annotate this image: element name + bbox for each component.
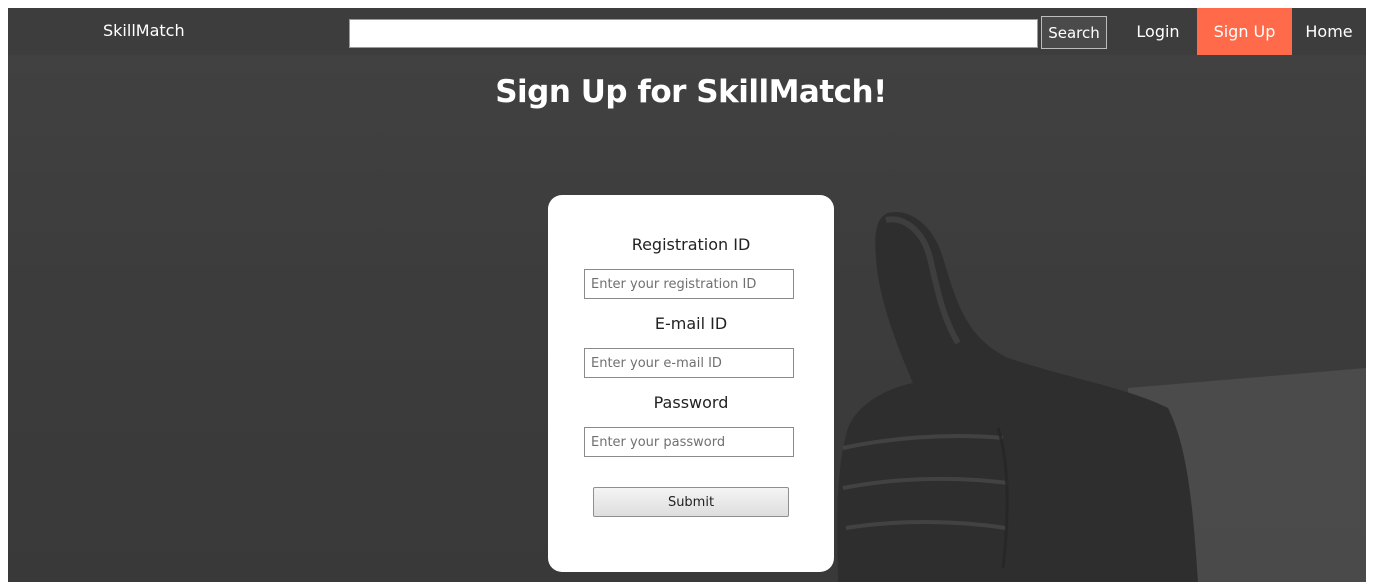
email-input[interactable] — [584, 348, 794, 378]
nav-signup-link[interactable]: Sign Up — [1197, 8, 1292, 55]
nav-home-link[interactable]: Home — [1292, 8, 1366, 55]
search-button[interactable]: Search — [1041, 16, 1107, 49]
top-navbar: SkillMatch Search Login Sign Up Home — [8, 8, 1366, 55]
page-container: SkillMatch Search Login Sign Up Home Sig… — [8, 8, 1366, 582]
nav-login-link[interactable]: Login — [1121, 8, 1195, 55]
email-id-label: E-mail ID — [654, 314, 728, 333]
signup-form-card: Registration ID E-mail ID Password Submi… — [548, 195, 834, 572]
submit-button[interactable]: Submit — [593, 487, 789, 517]
brand-logo-text[interactable]: SkillMatch — [103, 21, 185, 40]
password-input[interactable] — [584, 427, 794, 457]
page-title: Sign Up for SkillMatch! — [495, 74, 887, 110]
registration-id-input[interactable] — [584, 269, 794, 299]
password-label: Password — [653, 393, 729, 412]
search-input[interactable] — [349, 19, 1038, 48]
registration-id-label: Registration ID — [631, 235, 751, 254]
